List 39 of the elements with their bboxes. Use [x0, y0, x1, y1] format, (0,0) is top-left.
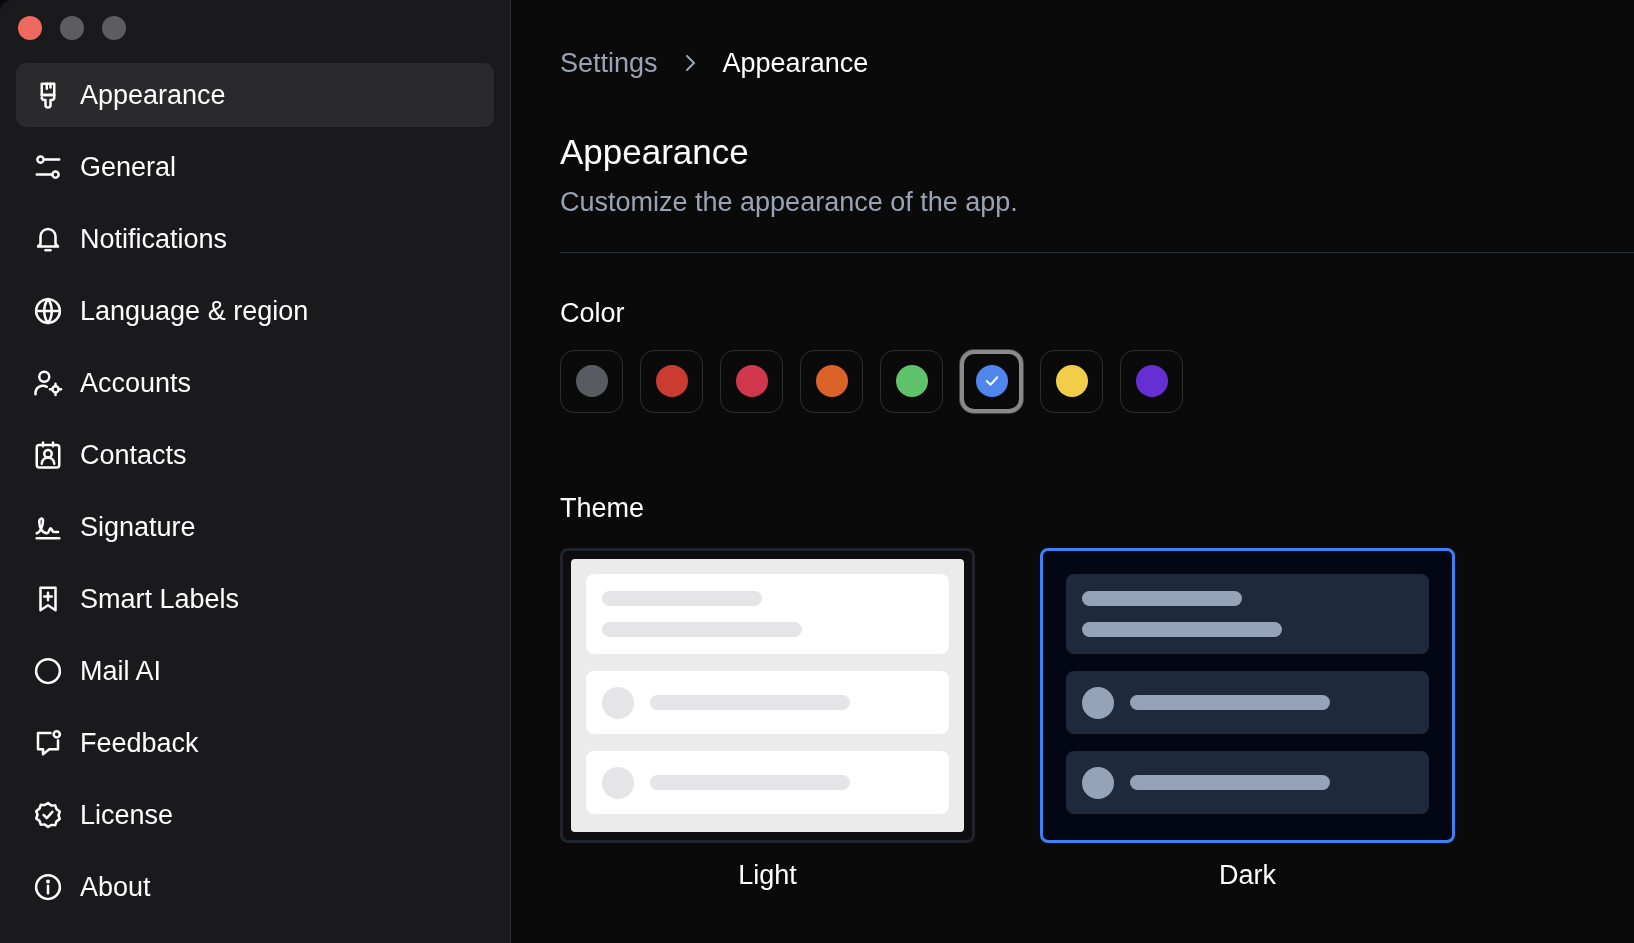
- color-swatch[interactable]: [560, 349, 623, 413]
- sidebar-item[interactable]: Signature: [16, 495, 494, 559]
- color-swatch[interactable]: [720, 349, 783, 413]
- page-subtitle: Customize the appearance of the app.: [560, 185, 1019, 219]
- contact-card-icon: [33, 440, 63, 470]
- theme-label: Light: [738, 859, 797, 893]
- sidebar-item[interactable]: Appearance: [16, 63, 494, 127]
- badge-check-icon: [33, 800, 63, 830]
- page-title: Appearance: [560, 131, 750, 173]
- theme-label: Dark: [1219, 859, 1276, 893]
- color-swatch[interactable]: [800, 349, 863, 413]
- window-minimize-button[interactable]: [60, 16, 84, 40]
- section-label: Color: [560, 297, 626, 331]
- sidebar-item[interactable]: Notifications: [16, 207, 494, 271]
- color-swatch[interactable]: [1120, 349, 1183, 413]
- color-swatch[interactable]: [640, 349, 703, 413]
- sidebar-item[interactable]: Feedback: [16, 711, 494, 775]
- circle-icon: [33, 656, 63, 686]
- sidebar-item[interactable]: Contacts: [16, 423, 494, 487]
- window-close-button[interactable]: [18, 16, 42, 40]
- chevron-right-icon: [685, 55, 695, 71]
- user-gear-icon: [33, 368, 63, 398]
- sidebar-item[interactable]: Accounts: [16, 351, 494, 415]
- color-swatch[interactable]: [880, 349, 943, 413]
- globe-icon: [33, 296, 63, 326]
- sidebar-item[interactable]: Mail AI: [16, 639, 494, 703]
- breadcrumb-link[interactable]: Settings: [560, 42, 658, 84]
- sidebar-item[interactable]: About: [16, 855, 494, 919]
- sidebar-item[interactable]: License: [16, 783, 494, 847]
- section-label: Theme: [560, 491, 646, 525]
- breadcrumb-current: Appearance: [722, 46, 869, 80]
- info-icon: [33, 872, 63, 902]
- sidebar-item[interactable]: Smart Labels: [16, 567, 494, 631]
- sidebar-item[interactable]: Language & region: [16, 279, 494, 343]
- sidebar-item[interactable]: General: [16, 135, 494, 199]
- window-zoom-button[interactable]: [102, 16, 126, 40]
- sliders-icon: [33, 152, 63, 182]
- color-swatch[interactable]: [960, 349, 1023, 413]
- color-swatch[interactable]: [1040, 349, 1103, 413]
